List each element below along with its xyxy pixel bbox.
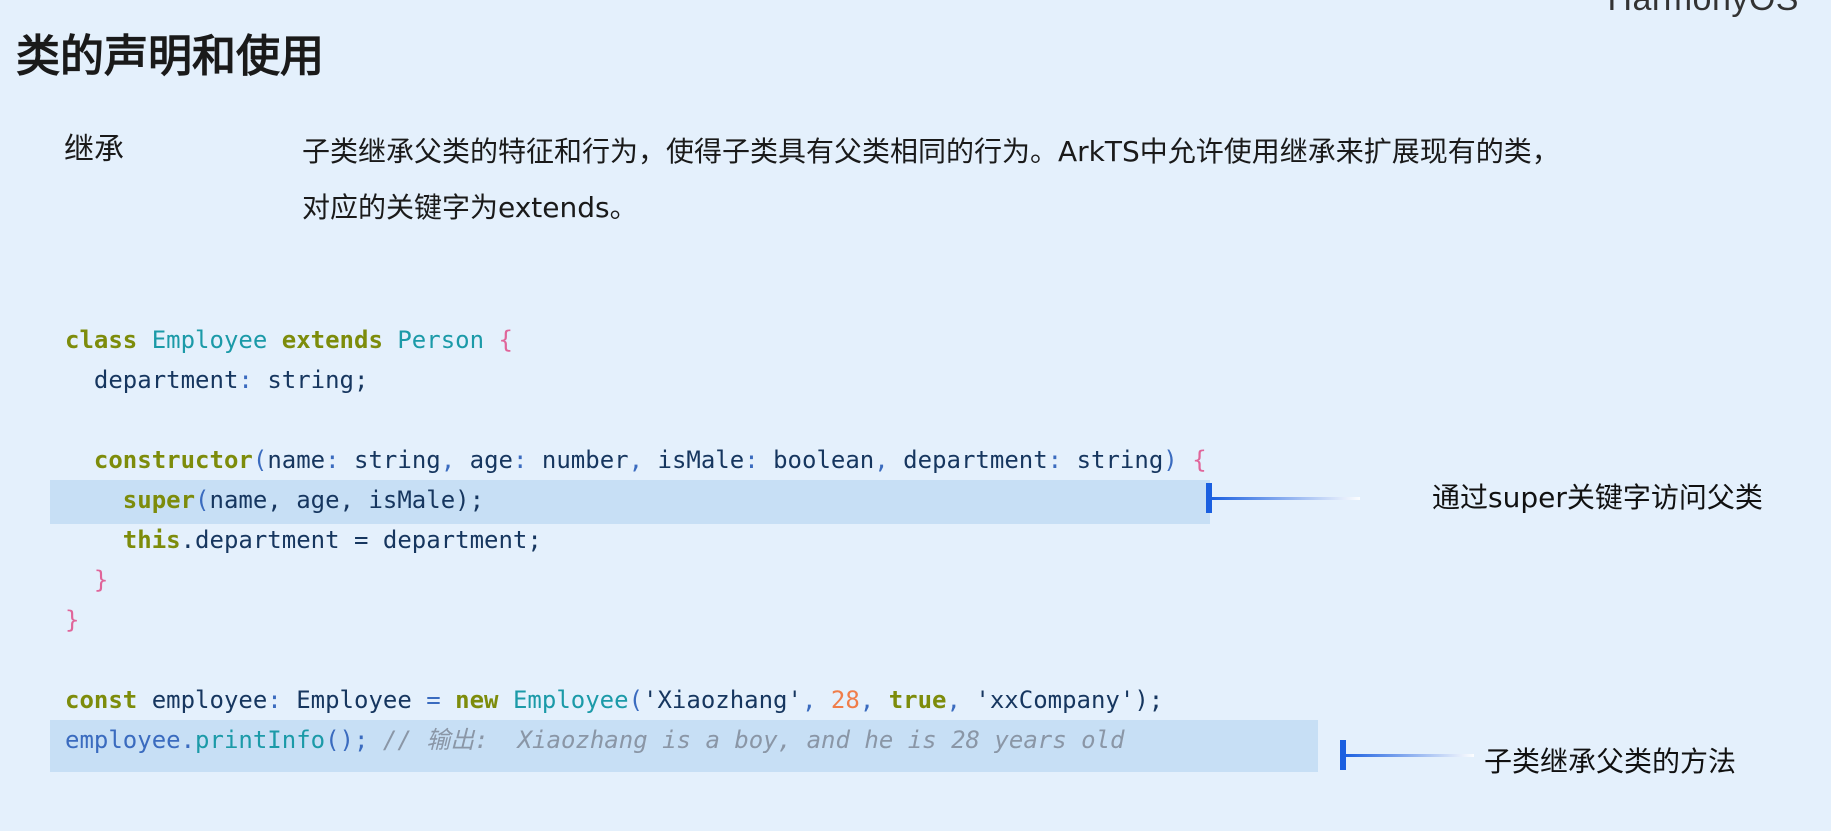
- code-line-6: this.department = department;: [122, 526, 542, 554]
- description-line-1: 子类继承父类的特征和行为，使得子类具有父类相同的行为。ArkTS中允许使用继承来…: [302, 135, 1560, 168]
- note-super: 通过super关键字访问父类: [1432, 481, 1763, 514]
- marker-line-method: [1344, 754, 1474, 757]
- section-label: 继承: [64, 132, 124, 167]
- marker-line-super: [1210, 497, 1360, 500]
- page-title: 类的声明和使用: [16, 31, 324, 82]
- code-line-10: const employee: Employee = new Employee(…: [65, 686, 1164, 714]
- note-method: 子类继承父类的方法: [1484, 745, 1737, 778]
- code-line-8: }: [65, 606, 80, 634]
- brand-logo: HarmonyOS: [1607, 0, 1799, 19]
- code-block: class Employee extends Person { departme…: [0, 320, 1831, 772]
- code-line-1: class Employee extends Person {: [65, 326, 513, 354]
- description-line-2: 对应的关键字为extends。: [302, 191, 638, 224]
- description: 子类继承父类的特征和行为，使得子类具有父类相同的行为。ArkTS中允许使用继承来…: [302, 124, 1742, 236]
- code-line-4: constructor(name: string, age: number, i…: [93, 446, 1207, 474]
- code-line-7: }: [93, 566, 109, 594]
- code-line-2: department: string;: [93, 366, 369, 394]
